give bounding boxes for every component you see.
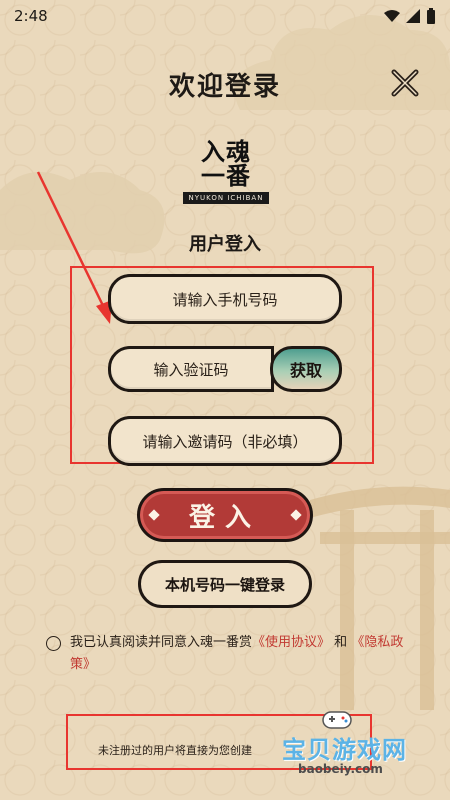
status-time: 2:48: [14, 7, 48, 25]
page-title: 欢迎登录: [168, 72, 281, 102]
watermark: 宝贝游戏网 baobeiy.com: [282, 708, 446, 792]
code-placeholder: 输入验证码: [153, 360, 229, 379]
get-code-button[interactable]: 获取: [270, 346, 342, 392]
close-icon[interactable]: [390, 68, 420, 98]
login-button[interactable]: 登入: [137, 488, 313, 542]
status-bar: 2:48: [0, 0, 450, 32]
app-logo: 入魂 一番 NYUKON ICHIBAN: [183, 140, 269, 216]
one-tap-login-button[interactable]: 本机号码一键登录: [138, 560, 312, 608]
agreement-text: 我已认真阅读并同意入魂一番赏《使用协议》 和 《隐私政策》: [46, 632, 406, 676]
status-icons: [384, 8, 436, 24]
watermark-main: 宝贝游戏网: [282, 736, 407, 764]
watermark-sub: baobeiy.com: [298, 762, 383, 776]
signal-icon: [406, 9, 420, 23]
login-subtitle: 用户登入: [189, 234, 261, 255]
wifi-icon: [384, 10, 400, 22]
terms-link[interactable]: 《使用协议》: [252, 635, 330, 650]
background-pattern: [0, 0, 450, 800]
agreement-prefix: 我已认真阅读并同意入魂一番赏: [70, 635, 253, 650]
agreement-and: 和: [334, 635, 348, 650]
register-notice: 未注册过的用户将直接为您创建: [98, 744, 252, 757]
logo-line2: 一番: [201, 161, 251, 190]
phone-placeholder: 请输入手机号码: [172, 290, 278, 309]
invite-placeholder: 请输入邀请码（非必填）: [142, 432, 308, 451]
invite-code-input[interactable]: 请输入邀请码（非必填）: [108, 416, 342, 466]
code-input[interactable]: 输入验证码: [108, 346, 274, 392]
logo-band: NYUKON ICHIBAN: [183, 192, 269, 204]
phone-input[interactable]: 请输入手机号码: [108, 274, 342, 324]
battery-icon: [427, 8, 435, 24]
gamepad-icon: [322, 711, 352, 729]
